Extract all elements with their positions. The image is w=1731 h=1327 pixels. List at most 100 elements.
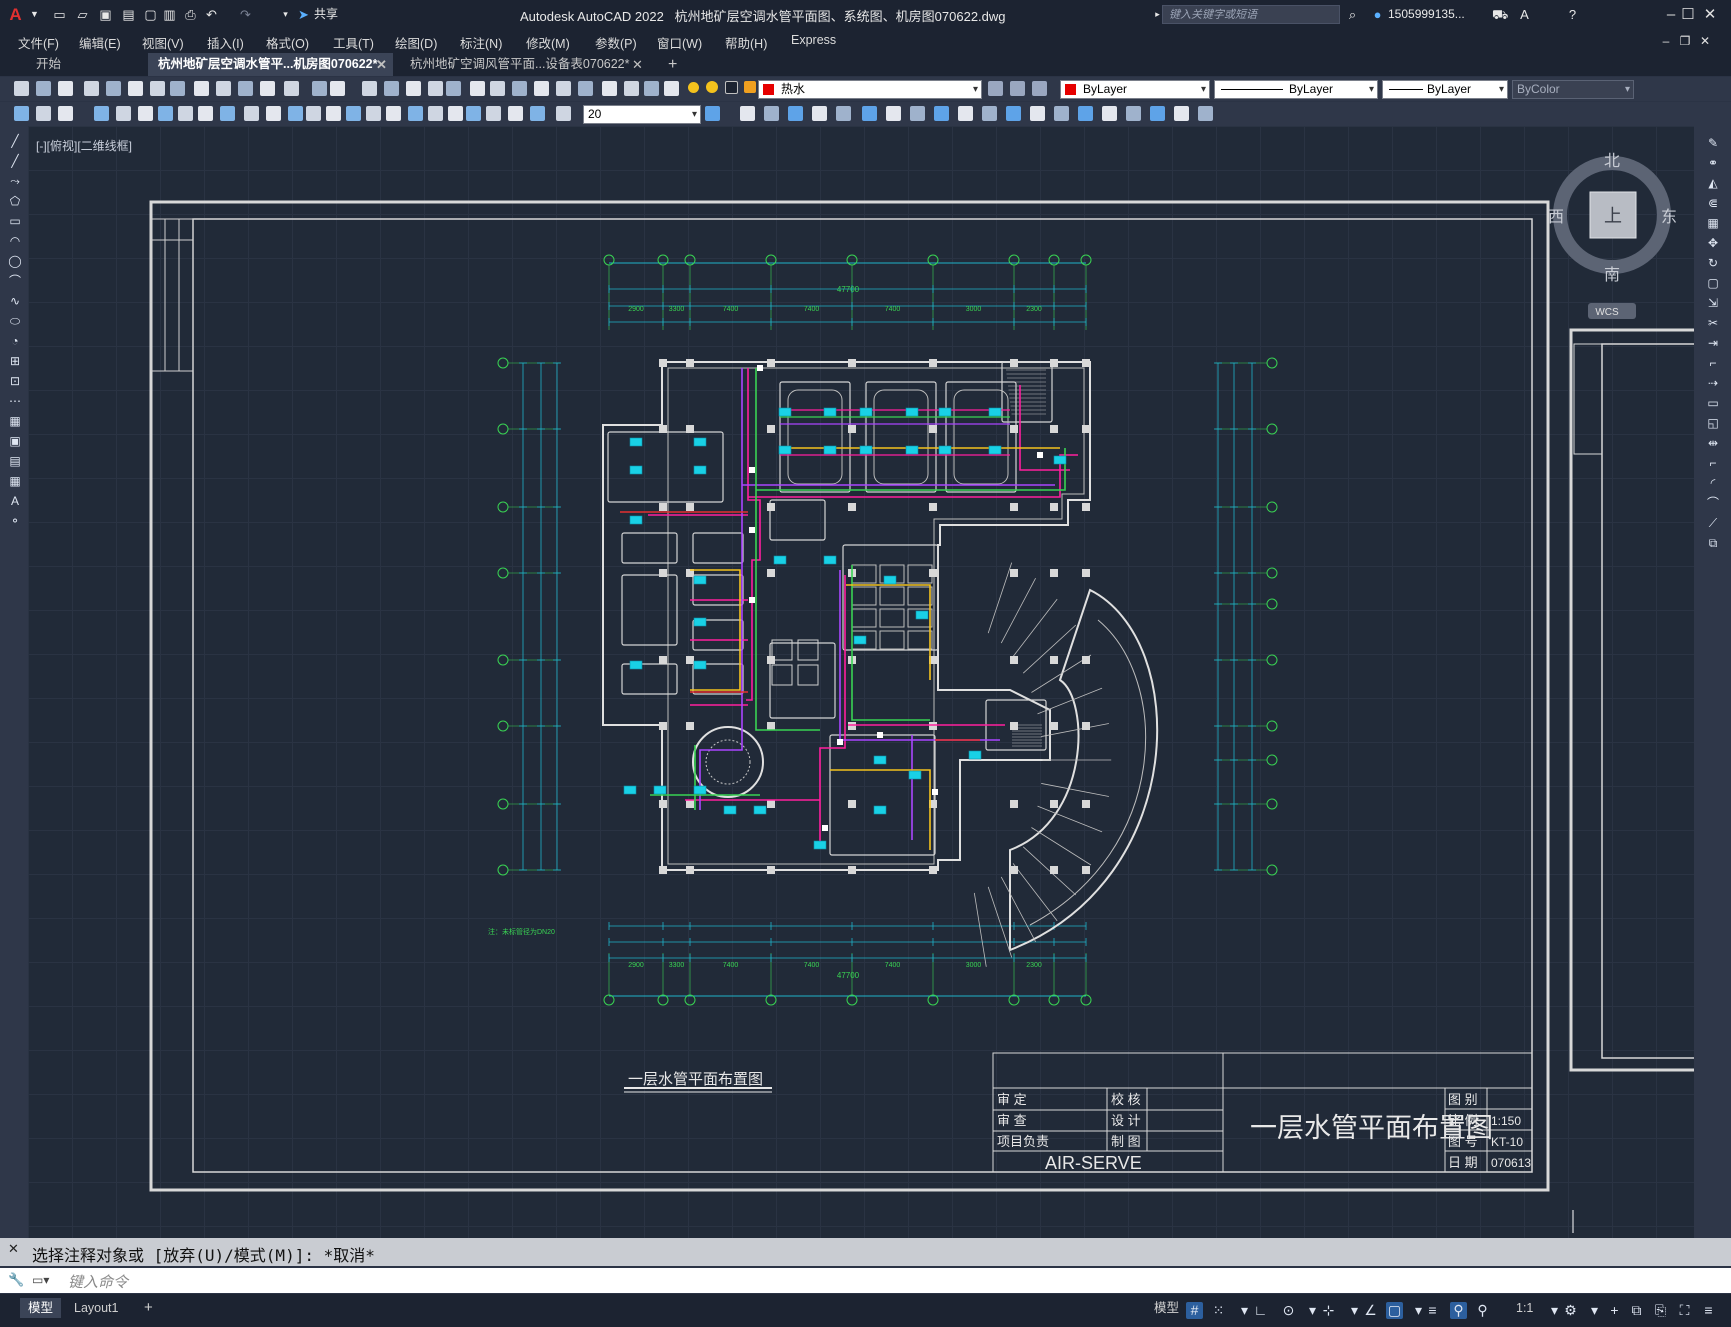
overall-dimension-top: 47700 <box>837 285 860 294</box>
axis-bubble <box>1266 754 1278 766</box>
command-line[interactable]: 🔧 ▭▾ 键入命令 <box>0 1268 1731 1293</box>
stair-inner-arc <box>1029 619 1147 926</box>
isodraft-menu-icon[interactable]: ▾ <box>1346 1302 1363 1319</box>
add-layout-plus-icon[interactable]: + <box>136 1298 161 1318</box>
fullscreen-icon[interactable]: ⛶ <box>1676 1302 1693 1319</box>
dimension-value-bottom: 7400 <box>804 962 820 969</box>
curved-stair-steps <box>973 562 1147 967</box>
room <box>829 734 936 856</box>
grid-icon[interactable]: # <box>1186 1302 1203 1319</box>
tb-number-value: KT-10 <box>1491 1135 1523 1149</box>
column <box>1050 722 1058 730</box>
axis-bubble <box>1266 357 1278 369</box>
lineweight-icon[interactable]: ≡ <box>1424 1302 1441 1319</box>
fan-coil-unit <box>853 635 867 645</box>
room <box>769 499 826 541</box>
fan-coil-unit <box>988 445 1002 455</box>
tab-model[interactable]: 模型 <box>20 1298 62 1318</box>
round-room-inner <box>705 739 751 785</box>
grid-cell <box>907 564 933 584</box>
room-ceiling-detail <box>953 389 1009 485</box>
fan-coil-unit <box>778 445 792 455</box>
column <box>848 503 856 511</box>
axis-bubble <box>1266 720 1278 732</box>
workspace-menu-icon[interactable]: ▾ <box>1586 1302 1603 1319</box>
column <box>686 800 694 808</box>
dimension-value-bottom: 7400 <box>885 962 901 969</box>
object-snap-tracking-icon[interactable]: ∠ <box>1362 1302 1379 1319</box>
polar-icon[interactable]: ⊙ <box>1280 1302 1297 1319</box>
compass-east[interactable]: 东 <box>1661 208 1677 226</box>
fan-coil-unit <box>693 617 707 627</box>
annotation-visibility-icon[interactable]: ⚲ <box>1450 1302 1467 1319</box>
column <box>659 866 667 874</box>
grid-cell <box>851 608 877 628</box>
room-ceiling-detail <box>787 389 843 485</box>
stair-step <box>973 892 987 967</box>
room-ceiling-detail <box>873 389 929 485</box>
valve <box>932 789 938 795</box>
column <box>686 722 694 730</box>
fan-coil-unit <box>693 785 707 795</box>
room <box>769 642 836 719</box>
axis-bubble <box>497 720 509 732</box>
column <box>659 800 667 808</box>
command-input[interactable]: 键入命令 <box>68 1271 128 1292</box>
column <box>929 425 937 433</box>
fan-coil-unit <box>938 407 952 417</box>
axis-bubble <box>497 798 509 810</box>
workspace-icon[interactable]: ⚙ <box>1562 1302 1579 1319</box>
model-space-button[interactable]: 模型 <box>1146 1298 1187 1318</box>
viewcube[interactable]: 上 北 南 东 西 WCS <box>1548 152 1677 319</box>
column <box>1010 503 1018 511</box>
polar-menu-icon[interactable]: ▾ <box>1304 1302 1321 1319</box>
column <box>1050 569 1058 577</box>
annotation-scale[interactable]: 1:1 <box>1516 1298 1533 1318</box>
annotation-scale-menu-icon[interactable]: ▾ <box>1546 1302 1563 1319</box>
axis-bubble <box>497 654 509 666</box>
object-snap-icon[interactable]: ▢ <box>1386 1302 1403 1319</box>
column <box>1010 569 1018 577</box>
tab-layout1[interactable]: Layout1 <box>66 1298 126 1318</box>
stair-step <box>987 562 1013 634</box>
axis-bubble <box>1266 864 1278 876</box>
compass-north[interactable]: 北 <box>1604 152 1620 170</box>
units-icon[interactable]: ⧉ <box>1628 1302 1645 1319</box>
snap-menu-icon[interactable]: ▾ <box>1236 1302 1253 1319</box>
annotation-monitor-icon[interactable]: + <box>1606 1302 1623 1319</box>
compass-west[interactable]: 西 <box>1548 209 1564 226</box>
column <box>1050 866 1058 874</box>
dimension-value-top: 3000 <box>966 306 982 313</box>
column <box>1050 656 1058 664</box>
isodraft-icon[interactable]: ⊹ <box>1320 1302 1337 1319</box>
valve <box>749 467 755 473</box>
adjacent-sheet-fragment <box>1569 328 1694 1072</box>
snap-mode-icon[interactable]: ⁙ <box>1210 1302 1227 1319</box>
pipe <box>839 570 1000 741</box>
customization-icon[interactable]: ≡ <box>1700 1302 1717 1319</box>
command-history-text: 选择注释对象或 [放弃(U)/模式(M)]: *取消* <box>32 1246 375 1265</box>
dimension-value-top: 2300 <box>1026 306 1042 313</box>
close-command-icon[interactable]: ✕ <box>8 1241 19 1257</box>
column <box>767 359 775 367</box>
axis-bubble <box>1266 598 1278 610</box>
pipe <box>746 368 761 701</box>
column <box>767 800 775 808</box>
column <box>1050 425 1058 433</box>
ortho-icon[interactable]: ∟ <box>1252 1302 1269 1319</box>
valve <box>757 365 763 371</box>
compass-south[interactable]: 南 <box>1604 266 1620 284</box>
auto-scale-icon[interactable]: ⚲ <box>1474 1302 1491 1319</box>
valve <box>749 527 755 533</box>
drawing-title: 一层水管平面布置图 <box>628 1071 763 1088</box>
quick-properties-icon[interactable]: ⎘ <box>1652 1302 1669 1319</box>
command-prompt-icon[interactable]: ▭▾ <box>32 1273 49 1287</box>
fan-coil-unit <box>823 555 837 565</box>
column <box>659 425 667 433</box>
fan-coil-unit <box>629 515 643 525</box>
dimension-value-top: 3300 <box>669 306 685 313</box>
tb-label-number: 图 号 <box>1448 1134 1478 1149</box>
grid-cell <box>851 586 877 606</box>
customize-wrench-icon[interactable]: 🔧 <box>8 1272 24 1288</box>
tb-label-category: 图 别 <box>1448 1092 1478 1107</box>
